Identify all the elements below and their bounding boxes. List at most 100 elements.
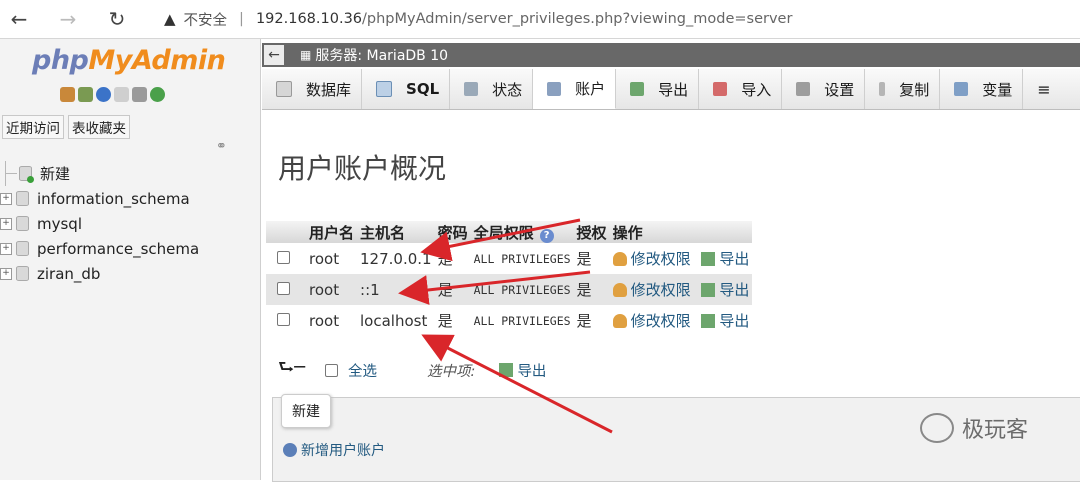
logout-icon[interactable] xyxy=(78,87,93,102)
tab-more[interactable]: ≡ xyxy=(1023,69,1060,109)
docs-icon[interactable] xyxy=(114,87,129,102)
recent-tab[interactable]: 近期访问 xyxy=(2,115,64,139)
edit-privileges-link[interactable]: 修改权限 xyxy=(631,312,691,330)
bulk-export-button[interactable]: 导出 xyxy=(517,360,546,381)
edit-privileges-link[interactable]: 修改权限 xyxy=(631,281,691,299)
database-icon xyxy=(16,216,29,231)
table-row: root localhost 是 ALL PRIVILEGES 是 修改权限 导… xyxy=(266,305,752,336)
url-text[interactable]: 192.168.10.36/phpMyAdmin/server_privileg… xyxy=(256,11,793,27)
new-database-icon xyxy=(19,166,34,183)
tree-connector xyxy=(5,173,17,174)
watermark-text: 极玩客 xyxy=(962,418,1029,443)
collapse-arrow-icon[interactable]: ← xyxy=(264,45,284,65)
expand-icon[interactable]: + xyxy=(0,242,12,255)
edit-privileges-icon xyxy=(612,252,627,266)
database-icon xyxy=(276,81,292,97)
export-link[interactable]: 导出 xyxy=(719,250,749,268)
tree-item-new[interactable]: 新建 xyxy=(0,161,260,186)
privileges-cell: ALL PRIVILEGES xyxy=(473,251,571,266)
insecure-label[interactable]: 不安全 xyxy=(184,9,228,30)
row-checkbox-cell xyxy=(266,274,306,305)
row-checkbox-cell xyxy=(266,243,306,274)
phpmyadmin-logo[interactable]: phpMyAdmin xyxy=(32,45,226,76)
select-all-checkbox[interactable] xyxy=(325,363,339,377)
privileges-header-label: 全局权限 xyxy=(473,223,534,242)
column-header-host[interactable]: 主机名 xyxy=(357,221,435,243)
tab-label: 设置 xyxy=(824,80,855,99)
grant-cell: 是 xyxy=(576,250,592,268)
server-breadcrumb: ← ▦ 服务器: MariaDB 10 xyxy=(262,43,1080,67)
tree-item-label: information_schema xyxy=(37,189,190,208)
database-icon xyxy=(16,241,29,256)
password-cell: 是 xyxy=(434,274,471,305)
select-all-label[interactable]: 全选 xyxy=(348,360,377,381)
home-icon[interactable] xyxy=(60,87,75,102)
settings-icon xyxy=(796,82,811,96)
table-row: root ::1 是 ALL PRIVILEGES 是 修改权限 导出 xyxy=(266,274,753,305)
user-cell: root xyxy=(309,249,340,268)
action-cell: 修改权限 导出 xyxy=(610,305,753,336)
tab-label: 导出 xyxy=(658,80,689,99)
password-cell: 是 xyxy=(437,312,453,330)
tree-item-information-schema[interactable]: + information_schema xyxy=(0,186,260,211)
tab-label: 变量 xyxy=(982,80,1013,99)
top-menu-tabs: 数据库 SQL 状态 账户 导出 导入 设置 复制 变量 ≡ xyxy=(262,69,1080,110)
tab-export[interactable]: 导出 xyxy=(616,69,700,109)
warning-icon[interactable]: ▲ xyxy=(164,10,176,28)
forward-arrow-icon[interactable]: → xyxy=(55,6,81,32)
add-user-link[interactable]: 新增用户账户 xyxy=(283,440,385,460)
tab-status[interactable]: 状态 xyxy=(450,69,534,109)
more-icon: ≡ xyxy=(1037,79,1051,99)
tab-import[interactable]: 导入 xyxy=(699,69,783,109)
export-link[interactable]: 导出 xyxy=(719,312,749,330)
column-header-user[interactable]: 用户名 xyxy=(306,221,358,243)
refresh-icon[interactable] xyxy=(150,87,165,102)
tab-accounts[interactable]: 账户 xyxy=(533,69,617,109)
tab-label: 数据库 xyxy=(306,80,352,99)
tree-item-mysql[interactable]: + mysql xyxy=(0,211,260,236)
tree-line xyxy=(5,161,6,186)
export-icon xyxy=(701,283,716,297)
expand-icon[interactable]: + xyxy=(0,267,12,280)
tree-item-performance-schema[interactable]: + performance_schema xyxy=(0,236,260,261)
address-bar[interactable]: ▲ 不安全 | 192.168.10.36/phpMyAdmin/server_… xyxy=(150,4,1075,34)
tree-item-label: performance_schema xyxy=(37,239,200,258)
column-header-password[interactable]: 密码 xyxy=(434,221,471,243)
expand-icon[interactable]: + xyxy=(0,217,12,230)
reload-icon[interactable]: ↻ xyxy=(104,6,130,32)
help-icon[interactable]: ? xyxy=(539,228,554,243)
settings-gear-icon[interactable] xyxy=(132,87,147,102)
export-link[interactable]: 导出 xyxy=(719,281,749,299)
tab-variables[interactable]: 变量 xyxy=(940,69,1024,109)
back-arrow-icon[interactable]: ← xyxy=(6,6,32,32)
row-checkbox[interactable] xyxy=(277,250,290,264)
favorites-tab[interactable]: 表收藏夹 xyxy=(68,115,130,139)
host-cell: ::1 xyxy=(357,274,435,305)
accounts-icon xyxy=(547,81,562,96)
row-checkbox[interactable] xyxy=(277,281,290,295)
database-icon xyxy=(16,266,29,281)
tree-item-label: mysql xyxy=(37,214,82,233)
link-chain-icon[interactable]: ⚭ xyxy=(216,139,227,154)
tab-databases[interactable]: 数据库 xyxy=(262,69,363,109)
url-host: 192.168.10.36 xyxy=(255,11,363,27)
tab-settings[interactable]: 设置 xyxy=(782,69,866,109)
tab-label: 账户 xyxy=(575,80,606,98)
column-header-privileges[interactable]: 全局权限? xyxy=(470,221,574,243)
export-icon xyxy=(630,82,645,96)
add-user-label: 新增用户账户 xyxy=(301,443,385,459)
privileges-cell: ALL PRIVILEGES xyxy=(473,313,571,328)
help-icon[interactable] xyxy=(96,87,111,102)
row-checkbox[interactable] xyxy=(277,312,290,326)
table-header-row: 用户名 主机名 密码 全局权限? 授权 操作 xyxy=(266,221,753,243)
add-user-icon xyxy=(283,443,297,457)
server-title[interactable]: 服务器: MariaDB 10 xyxy=(315,45,448,65)
grant-cell: 是 xyxy=(576,312,592,330)
column-header-grant[interactable]: 授权 xyxy=(573,221,610,243)
tree-item-ziran-db[interactable]: + ziran_db xyxy=(0,261,260,286)
edit-privileges-link[interactable]: 修改权限 xyxy=(631,250,691,268)
table-row: root 127.0.0.1 是 ALL PRIVILEGES 是 修改权限 导… xyxy=(266,243,752,274)
tab-sql[interactable]: SQL xyxy=(362,69,451,109)
tab-replication[interactable]: 复制 xyxy=(865,69,941,109)
expand-icon[interactable]: + xyxy=(0,192,12,205)
